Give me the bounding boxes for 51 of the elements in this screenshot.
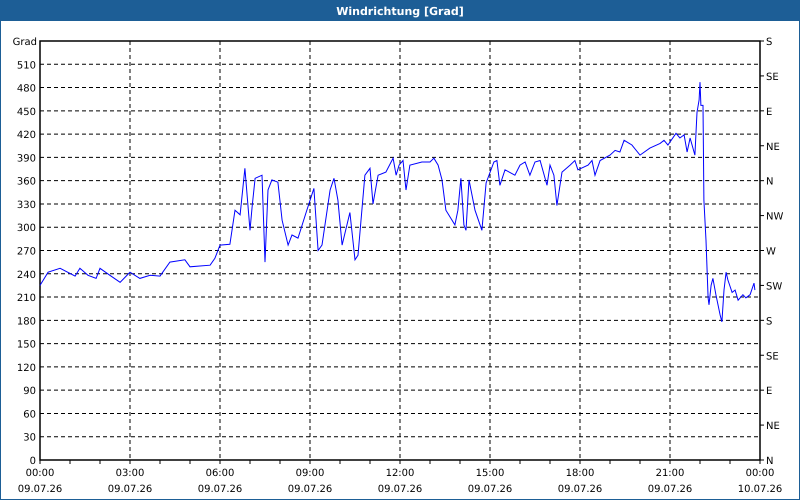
y-tick-label: 450: [16, 106, 36, 118]
y-tick-label: 60: [23, 409, 36, 420]
y-tick-label: 480: [16, 84, 36, 95]
x-tick-label: 00:00: [26, 468, 54, 479]
compass-tick-label: NW: [766, 212, 784, 223]
y-tick-label: 240: [16, 270, 36, 281]
y-tick-label: 300: [16, 223, 36, 234]
x-tick-label: 15:00: [476, 468, 504, 479]
compass-tick-label: SE: [766, 72, 779, 83]
x-date-label: 09.07.26: [108, 484, 152, 495]
x-tick-label: 03:00: [116, 468, 144, 479]
compass-tick-label: N: [766, 456, 774, 467]
x-date-label: 09.07.26: [198, 484, 242, 495]
y-tick-label: 210: [16, 293, 36, 304]
compass-tick-label: NE: [766, 142, 780, 153]
y-tick-label: 510: [16, 60, 36, 72]
x-date-label: 09.07.26: [378, 484, 422, 495]
x-tick-label: 18:00: [566, 468, 594, 479]
x-tick-label: 09:00: [296, 468, 324, 479]
y-tick-label: 420: [16, 130, 36, 142]
y-tick-label: 270: [16, 246, 36, 258]
y-tick-label: 30: [23, 432, 36, 444]
y-tick-label: 120: [16, 362, 36, 374]
compass-tick-label: S: [766, 316, 772, 328]
x-tick-label: 12:00: [386, 468, 414, 479]
y-tick-label: 90: [23, 386, 36, 398]
compass-tick-label: E: [766, 386, 772, 398]
x-tick-label: 00:00: [746, 468, 774, 479]
y-tick-label: 390: [16, 153, 36, 164]
x-date-label: 09.07.26: [468, 484, 512, 495]
x-date-label: 09.07.26: [288, 484, 332, 495]
y-tick-label: 150: [16, 340, 36, 351]
x-tick-label: 21:00: [656, 468, 684, 479]
x-tick-label: 06:00: [206, 468, 234, 479]
compass-tick-label: NE: [766, 421, 780, 432]
x-date-label: 09.07.26: [18, 484, 62, 495]
x-date-label: 09.07.26: [648, 484, 692, 495]
y-tick-label: 0: [30, 456, 36, 467]
y-tick-label: 360: [16, 176, 36, 188]
compass-tick-label: S: [766, 37, 772, 48]
y-tick-label: 180: [16, 316, 36, 328]
x-date-label: 09.07.26: [558, 484, 602, 495]
compass-tick-label: W: [766, 246, 776, 258]
compass-tick-label: SW: [766, 281, 782, 292]
window-title: Windrichtung [Grad]: [1, 1, 799, 21]
compass-tick-label: E: [766, 106, 772, 118]
y-tick-label: 330: [16, 200, 36, 211]
x-date-label: 10.07.26: [738, 484, 782, 495]
compass-tick-label: N: [766, 176, 774, 188]
y-axis-title: Grad: [12, 37, 37, 48]
compass-tick-label: SE: [766, 351, 779, 362]
